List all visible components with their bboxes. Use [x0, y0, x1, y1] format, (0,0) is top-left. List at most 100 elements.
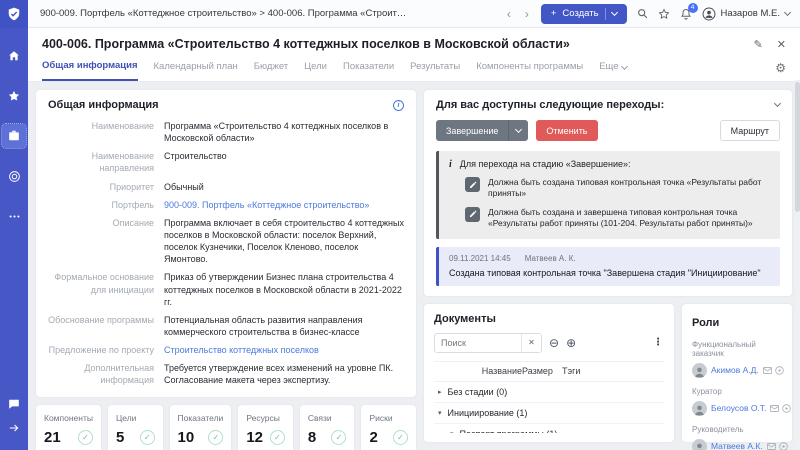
sidebar-item-chat[interactable]: [2, 392, 26, 416]
email-icon[interactable]: [767, 443, 776, 450]
search-input[interactable]: [435, 338, 521, 348]
pencil-icon[interactable]: [465, 207, 480, 222]
page-title: 400-006. Программа «Строительство 4 котт…: [42, 37, 570, 51]
field-label: Описание: [48, 217, 154, 266]
field-value: Программа включает в себя строительство …: [164, 217, 404, 266]
sidebar-item-goals[interactable]: [2, 164, 26, 188]
column-tags[interactable]: Тэги: [562, 366, 638, 376]
cancel-button[interactable]: Отменить: [536, 120, 597, 141]
create-button[interactable]: + Создать: [541, 4, 627, 24]
tab-goals[interactable]: Цели: [304, 61, 327, 80]
nav-back-icon[interactable]: ‹: [505, 8, 513, 20]
stat-card-links[interactable]: Связи8✓: [300, 405, 355, 450]
scrollbar-thumb[interactable]: [795, 82, 800, 212]
email-icon[interactable]: [770, 405, 779, 412]
notifications-bell-icon[interactable]: 4: [680, 8, 692, 20]
column-size[interactable]: Размер: [522, 366, 562, 376]
caret-down-icon: ▾: [450, 430, 454, 433]
role-label: Руководитель: [692, 425, 782, 434]
sidebar-collapse-icon[interactable]: [2, 416, 26, 440]
avatar: [692, 363, 707, 378]
breadcrumb[interactable]: 900-009. Портфель «Коттеджное строительс…: [40, 8, 410, 19]
field-value: Обычный: [164, 181, 204, 193]
avatar: [692, 439, 707, 450]
collapse-all-icon[interactable]: ⊖: [549, 337, 559, 349]
sidebar-item-home[interactable]: [2, 44, 26, 68]
close-icon[interactable]: ✕: [777, 38, 786, 51]
stat-card-components[interactable]: Компоненты21✓: [36, 405, 101, 450]
field-label: Наименование направления: [48, 150, 154, 174]
expand-all-icon[interactable]: ⊕: [566, 337, 576, 349]
info-icon[interactable]: i: [393, 100, 404, 111]
sidebar-item-more[interactable]: [2, 204, 26, 228]
check-icon: ✓: [140, 430, 155, 445]
contact-info-icon[interactable]: [775, 366, 784, 375]
stat-card-indicators[interactable]: Показатели10✓: [170, 405, 232, 450]
column-name[interactable]: Название: [482, 366, 522, 376]
doc-group-no-stage[interactable]: ▸Без стадии (0): [434, 382, 664, 403]
field-value: Приказ об утверждении Бизнес плана строи…: [164, 271, 404, 307]
page-header: 400-006. Программа «Строительство 4 котт…: [28, 28, 800, 82]
documents-search: ✕: [434, 333, 542, 353]
contact-info-icon[interactable]: [779, 442, 788, 450]
field-label: Обоснование программы: [48, 314, 154, 338]
documents-title: Документы: [434, 313, 664, 325]
role-label: Куратор: [692, 387, 782, 396]
documents-table: Название Размер Тэги ▸Без стадии (0) ▾Ин…: [434, 361, 664, 433]
scrollbar[interactable]: [795, 80, 800, 450]
avatar: [692, 401, 707, 416]
log-author: Матвеев А. К.: [525, 254, 576, 263]
check-icon: ✓: [78, 430, 93, 445]
stat-card-risks[interactable]: Риски2✓: [361, 405, 416, 450]
stats-cards: Компоненты21✓ Цели5✓ Показатели10✓ Ресур…: [36, 405, 416, 450]
check-icon: ✓: [393, 430, 408, 445]
avatar: [702, 7, 716, 21]
stat-card-goals[interactable]: Цели5✓: [108, 405, 163, 450]
kebab-menu-icon[interactable]: ⋮: [653, 337, 664, 348]
tab-more[interactable]: Еще: [599, 61, 626, 80]
notifications-count-badge: 4: [688, 3, 698, 13]
field-value: Требуется утверждение всех изменений на …: [164, 362, 404, 386]
doc-group-passport[interactable]: ▾Паспорт программы (1): [434, 424, 664, 433]
general-info-title: Общая информация: [48, 99, 159, 111]
complete-dropdown-button[interactable]: [508, 120, 528, 141]
tab-budget[interactable]: Бюджет: [254, 61, 288, 80]
nav-forward-icon[interactable]: ›: [523, 8, 531, 20]
sidebar-item-projects[interactable]: [2, 124, 26, 148]
complete-button[interactable]: Завершение: [436, 120, 508, 141]
transition-requirements: iДля перехода на стадию «Завершение»: До…: [436, 151, 780, 239]
field-label: Портфель: [48, 199, 154, 211]
proposal-link[interactable]: Строительство коттеджных поселков: [164, 344, 319, 356]
doc-group-initiation[interactable]: ▾Инициирование (1): [434, 403, 664, 424]
role-person-link[interactable]: Матвеев А.К.: [711, 441, 763, 450]
edit-icon[interactable]: ✎: [754, 38, 763, 51]
sidebar-item-favorites[interactable]: [2, 84, 26, 108]
topbar: 900-009. Портфель «Коттеджное строительс…: [28, 0, 800, 28]
tab-indicators[interactable]: Показатели: [343, 61, 394, 80]
field-value: Программа «Строительство 4 коттеджных по…: [164, 120, 404, 144]
role-person-link[interactable]: Белоусов О.Т.: [711, 403, 766, 413]
check-icon: ✓: [331, 430, 346, 445]
stat-card-resources[interactable]: Ресурсы12✓: [238, 405, 293, 450]
log-datetime: 09.11.2021 14:45: [449, 254, 511, 263]
tab-calendar-plan[interactable]: Календарный план: [154, 61, 238, 80]
tab-components[interactable]: Компоненты программы: [476, 61, 583, 80]
portfolio-link[interactable]: 900-009. Портфель «Коттеджное строительс…: [164, 199, 369, 211]
route-button[interactable]: Маршрут: [720, 120, 780, 141]
tab-general-info[interactable]: Общая информация: [42, 60, 138, 81]
contact-info-icon[interactable]: [782, 404, 791, 413]
sidebar: [0, 0, 28, 450]
email-icon[interactable]: [763, 367, 772, 374]
role-label: Функциональный заказчик: [692, 340, 782, 358]
pencil-icon[interactable]: [465, 177, 480, 192]
documents-panel: Документы ✕ ⊖ ⊕ ⋮ Название: [424, 304, 674, 442]
user-menu[interactable]: Назаров М.Е.: [702, 7, 790, 21]
clear-search-icon[interactable]: ✕: [521, 333, 541, 353]
favorites-star-icon[interactable]: [658, 8, 670, 20]
role-person-link[interactable]: Акимов А.Д.: [711, 365, 759, 375]
field-value: Потенциальная область развития направлен…: [164, 314, 404, 338]
tab-results[interactable]: Результаты: [410, 61, 460, 80]
gear-icon[interactable]: ⚙: [775, 61, 786, 81]
search-icon[interactable]: [637, 8, 648, 19]
collapse-chevron-icon[interactable]: [774, 100, 781, 107]
